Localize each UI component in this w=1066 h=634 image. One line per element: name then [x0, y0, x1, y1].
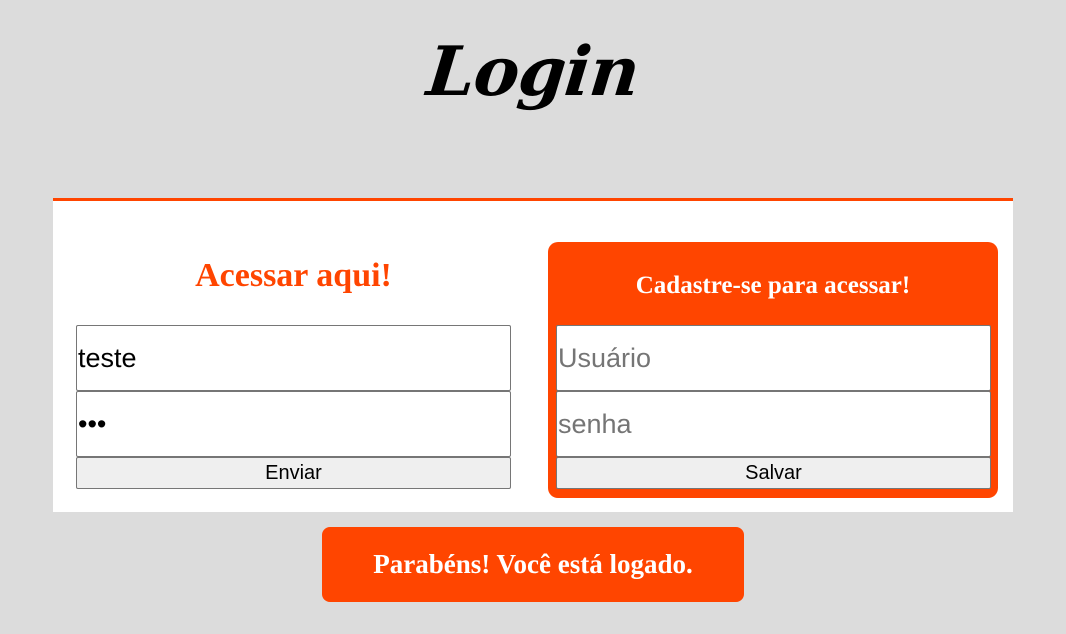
signup-password-input[interactable]	[556, 391, 991, 457]
signup-panel: Cadastre-se para acessar! Salvar	[548, 242, 998, 498]
login-username-input[interactable]	[76, 325, 511, 391]
login-password-input[interactable]	[76, 391, 511, 457]
success-message: Parabéns! Você está logado.	[322, 527, 744, 602]
signup-submit-button[interactable]: Salvar	[556, 457, 991, 489]
login-submit-button[interactable]: Enviar	[76, 457, 511, 489]
login-card: Acessar aqui! Enviar Cadastre-se para ac…	[53, 198, 1013, 512]
page-title: Login	[423, 32, 643, 112]
login-heading: Acessar aqui!	[195, 257, 392, 294]
signup-heading: Cadastre-se para acessar!	[635, 272, 911, 299]
signup-username-input[interactable]	[556, 325, 991, 391]
